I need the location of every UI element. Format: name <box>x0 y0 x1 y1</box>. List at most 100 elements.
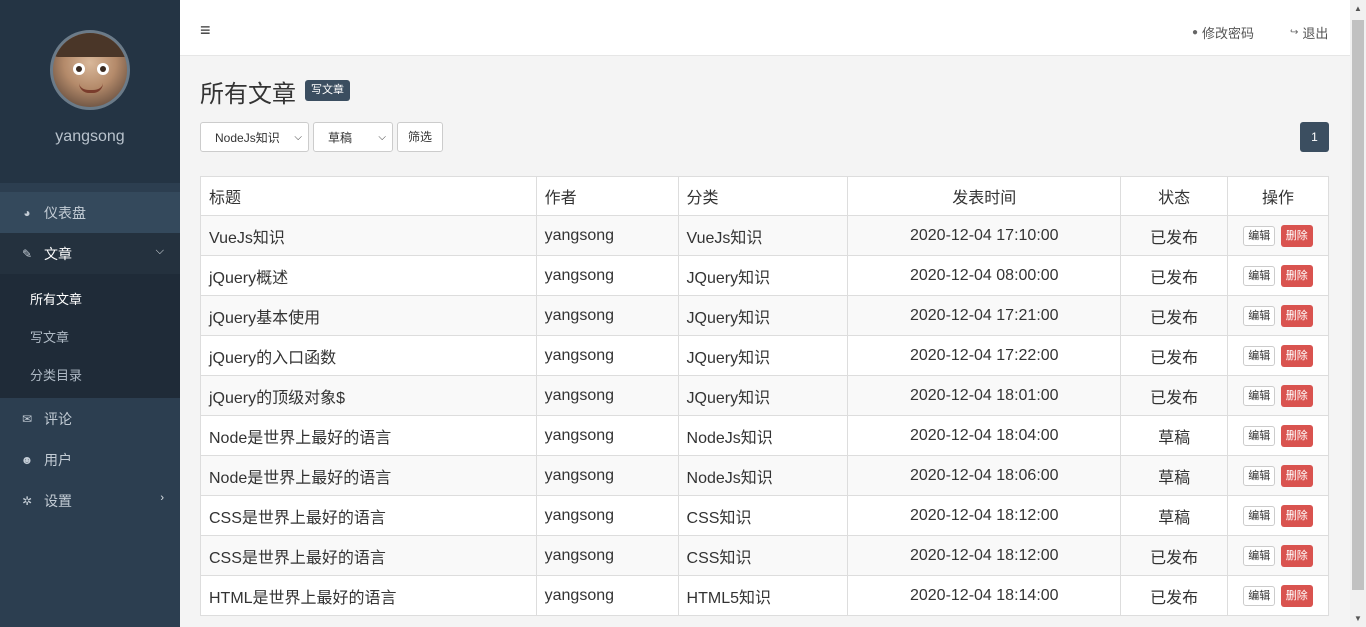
scrollbar-thumb[interactable] <box>1352 20 1364 590</box>
cell-category: NodeJs知识 <box>677 415 849 456</box>
cell-title: jQuery的入口函数 <box>200 335 537 376</box>
topbar: ≡ ● 修改密码 ↪ 退出 <box>180 6 1350 56</box>
subnav-item-all-posts[interactable]: 所有文章 <box>0 279 180 317</box>
sidebar-item-label: 用户 <box>44 451 72 468</box>
sidebar-item-label: 设置 <box>44 492 72 509</box>
cell-time: 2020-12-04 17:10:00 <box>847 215 1122 256</box>
edit-button[interactable]: 编辑 <box>1243 385 1276 406</box>
cell-author: yangsong <box>535 215 679 256</box>
avatar-eye-left <box>73 63 85 75</box>
avatar-eye-right <box>97 63 109 75</box>
subnav-item-categories[interactable]: 分类目录 <box>0 355 180 393</box>
cell-actions: 编辑 删除 <box>1227 375 1329 416</box>
delete-button[interactable]: 删除 <box>1280 304 1313 327</box>
cell-author: yangsong <box>535 255 679 296</box>
cell-actions: 编辑 删除 <box>1227 255 1329 296</box>
cell-status: 草稿 <box>1120 455 1229 496</box>
cell-actions: 编辑 删除 <box>1227 575 1329 616</box>
filter-button[interactable]: 筛选 <box>397 122 443 152</box>
cell-title: CSS是世界上最好的语言 <box>200 495 537 536</box>
edit-button[interactable]: 编辑 <box>1243 265 1276 286</box>
table-row: CSS是世界上最好的语言 yangsong CSS知识 2020-12-04 18:1… <box>200 535 1329 576</box>
delete-button[interactable]: 删除 <box>1280 344 1313 367</box>
sidebar-item-settings[interactable]: ✲ 设置 › <box>0 480 180 521</box>
cell-title: jQuery的顶级对象$ <box>200 375 537 416</box>
cell-status: 已发布 <box>1120 215 1229 256</box>
cell-author: yangsong <box>535 415 679 456</box>
sidebar-item-label: 仪表盘 <box>44 204 86 221</box>
delete-button[interactable]: 删除 <box>1280 544 1313 567</box>
cell-author: yangsong <box>535 295 679 336</box>
category-select-value: NodeJs知识 <box>215 130 280 145</box>
sidebar-item-comments[interactable]: ✉ 评论 <box>0 398 180 439</box>
sign-out-icon: ↪ <box>1290 27 1299 38</box>
sidebar-item-users[interactable]: ☻ 用户 <box>0 439 180 480</box>
cell-title: jQuery基本使用 <box>200 295 537 336</box>
chevron-right-icon: › <box>160 492 164 504</box>
avatar[interactable] <box>50 30 130 110</box>
edit-button[interactable]: 编辑 <box>1243 345 1276 366</box>
sidebar-subnav: 所有文章 写文章 分类目录 <box>0 274 180 398</box>
column-header-author: 作者 <box>535 176 679 216</box>
cell-status: 草稿 <box>1120 495 1229 536</box>
delete-button[interactable]: 删除 <box>1280 224 1313 247</box>
scroll-down-icon[interactable]: ▼ <box>1354 614 1362 623</box>
cell-title: jQuery概述 <box>200 255 537 296</box>
cell-time: 2020-12-04 18:01:00 <box>847 375 1122 416</box>
edit-button[interactable]: 编辑 <box>1243 305 1276 326</box>
table-header-row: 标题 作者 分类 发表时间 状态 操作 <box>200 176 1329 216</box>
cell-time: 2020-12-04 17:21:00 <box>847 295 1122 336</box>
sidebar-item-dashboard[interactable]: ◕ 仪表盘 <box>0 192 180 233</box>
sidebar-item-posts[interactable]: ✎ 文章 ⌵ <box>0 233 180 274</box>
cell-time: 2020-12-04 08:00:00 <box>847 255 1122 296</box>
edit-button[interactable]: 编辑 <box>1243 465 1276 486</box>
table-row: Node是世界上最好的语言 yangsong NodeJs知识 2020-12-04 … <box>200 415 1329 456</box>
table-row: HTML是世界上最好的语言 yangsong HTML5知识 2020-12-04 1… <box>200 575 1329 616</box>
cell-status: 已发布 <box>1120 295 1229 336</box>
edit-button[interactable]: 编辑 <box>1243 425 1276 446</box>
sidebar-item-label: 文章 <box>44 245 72 262</box>
cell-category: CSS知识 <box>677 535 849 576</box>
delete-button[interactable]: 删除 <box>1280 384 1313 407</box>
table-row: Node是世界上最好的语言 yangsong NodeJs知识 2020-12-04 … <box>200 455 1329 496</box>
edit-button[interactable]: 编辑 <box>1243 225 1276 246</box>
cell-category: JQuery知识 <box>677 335 849 376</box>
delete-button[interactable]: 删除 <box>1280 424 1313 447</box>
delete-button[interactable]: 删除 <box>1280 584 1313 607</box>
cell-status: 已发布 <box>1120 535 1229 576</box>
cell-author: yangsong <box>535 535 679 576</box>
logout-link[interactable]: ↪ 退出 <box>1290 23 1328 42</box>
status-select[interactable]: 草稿 ⌵ <box>313 122 393 152</box>
scroll-up-icon[interactable]: ▲ <box>1354 4 1362 13</box>
edit-button[interactable]: 编辑 <box>1243 585 1276 606</box>
write-post-button[interactable]: 写文章 <box>305 80 350 101</box>
category-select[interactable]: NodeJs知识 ⌵ <box>200 122 309 152</box>
cell-category: HTML5知识 <box>677 575 849 616</box>
cell-status: 已发布 <box>1120 335 1229 376</box>
menu-toggle-icon[interactable]: ≡ <box>200 20 211 41</box>
delete-button[interactable]: 删除 <box>1280 264 1313 287</box>
change-password-link[interactable]: ● 修改密码 <box>1192 23 1254 42</box>
delete-button[interactable]: 删除 <box>1280 504 1313 527</box>
cell-status: 已发布 <box>1120 375 1229 416</box>
profile: yangsong <box>0 0 180 183</box>
delete-button[interactable]: 删除 <box>1280 464 1313 487</box>
logout-label: 退出 <box>1302 26 1329 41</box>
cell-author: yangsong <box>535 375 679 416</box>
column-header-actions: 操作 <box>1227 176 1329 216</box>
cell-status: 已发布 <box>1120 575 1229 616</box>
edit-button[interactable]: 编辑 <box>1243 505 1276 526</box>
pagination-page-1[interactable]: 1 <box>1300 122 1329 152</box>
scrollbar[interactable]: ▲ ▼ <box>1350 0 1366 627</box>
table-row: jQuery概述 yangsong JQuery知识 2020-12-04 08:00… <box>200 255 1329 296</box>
cell-status: 草稿 <box>1120 415 1229 456</box>
column-header-category: 分类 <box>677 176 849 216</box>
edit-button[interactable]: 编辑 <box>1243 545 1276 566</box>
table-row: jQuery的入口函数 yangsong JQuery知识 2020-12-04 17… <box>200 335 1329 376</box>
cell-category: CSS知识 <box>677 495 849 536</box>
page-title: 所有文章 <box>200 81 296 108</box>
cell-title: Node是世界上最好的语言 <box>200 455 537 496</box>
cell-title: VueJs知识 <box>200 215 537 256</box>
subnav-item-write-post[interactable]: 写文章 <box>0 317 180 355</box>
cell-actions: 编辑 删除 <box>1227 335 1329 376</box>
